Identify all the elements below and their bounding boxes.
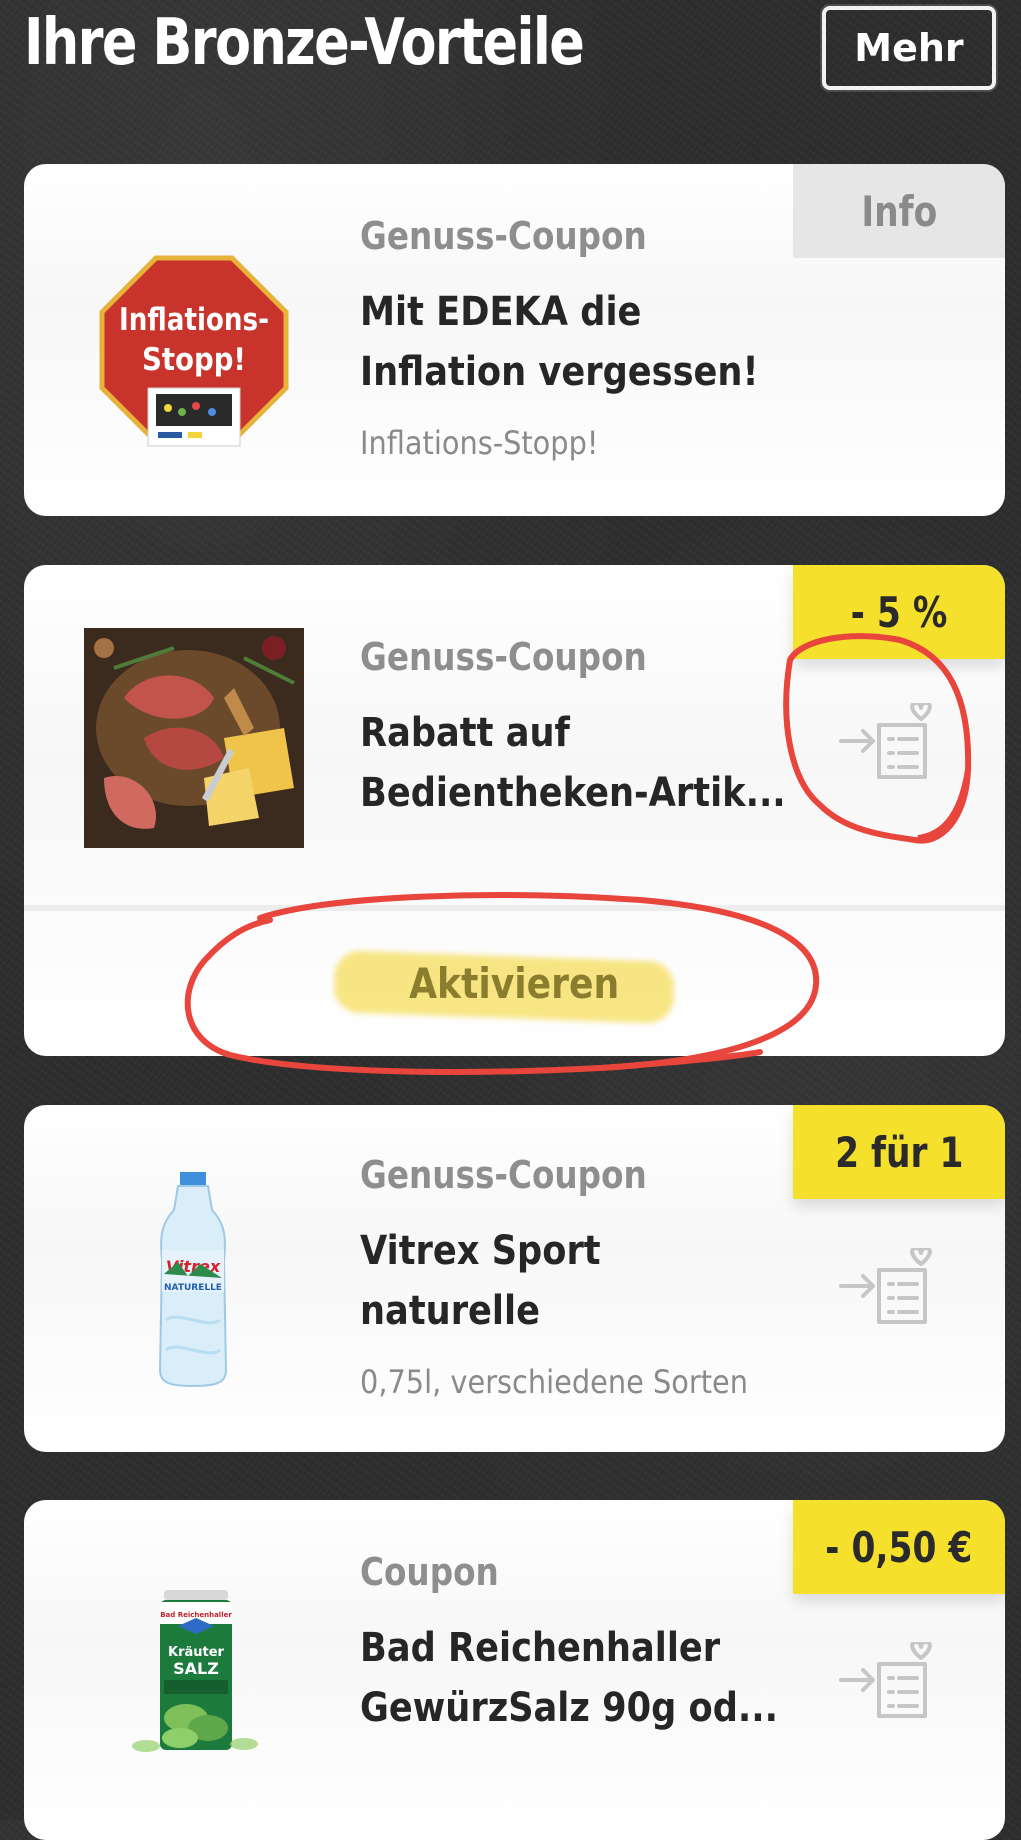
coupon-title-line1: Mit EDEKA die — [360, 289, 642, 335]
inflation-stop-image: Inflations- Stopp! — [99, 255, 289, 447]
salt-variant-line1: Kräuter — [168, 1645, 225, 1660]
water-bottle-image: Vitrex NATURELLE — [158, 1172, 228, 1388]
coupon-card[interactable]: - 0,50 € Bad Reichenhaller Kräuter SALZ … — [24, 1500, 1005, 1840]
add-to-list-icon[interactable] — [839, 1642, 935, 1722]
more-button[interactable]: Mehr — [822, 6, 996, 90]
coupon-title-line2: Inflation vergessen! — [360, 349, 759, 395]
page-title: Ihre Bronze-Vorteile — [24, 6, 585, 80]
add-to-list-icon[interactable] — [839, 1248, 935, 1328]
salt-variant-line2: SALZ — [173, 1659, 219, 1678]
image-label-line2: Stopp! — [142, 342, 246, 378]
coupon-subtitle: 0,75l, verschiedene Sorten — [360, 1363, 748, 1401]
coupon-title-line1: Bad Reichenhaller — [360, 1625, 721, 1671]
activate-button[interactable]: Aktivieren — [24, 911, 1005, 1056]
activate-label: Aktivieren — [409, 959, 620, 1008]
coupon-title-line2: Bedientheken-Artik... — [360, 770, 786, 816]
coupon-title-line2: GewürzSalz 90g od... — [360, 1685, 779, 1731]
coupon-subtitle: Inflations-Stopp! — [360, 424, 599, 462]
coupon-card[interactable]: 2 für 1 Vitrex NATURELLE Genuss-Coupon V… — [24, 1105, 1005, 1452]
salt-brand-label: Bad Reichenhaller — [160, 1611, 232, 1619]
coupon-title-line2: naturelle — [360, 1288, 540, 1334]
coupon-title-line1: Rabatt auf — [360, 710, 570, 756]
discount-badge: - 5 % — [793, 565, 1005, 659]
coupon-category: Genuss-Coupon — [360, 214, 647, 258]
coupon-category: Genuss-Coupon — [360, 1153, 647, 1197]
coupon-card[interactable]: Info Inflations- Stopp! Genuss-Coupon Mi… — [24, 164, 1005, 516]
bottle-variant-label: NATURELLE — [164, 1283, 222, 1293]
coupon-card[interactable]: - 5 % Genuss-Coupon Rabatt auf Bedienthe… — [24, 565, 1005, 1056]
info-button[interactable]: Info — [793, 164, 1005, 258]
coupon-category: Genuss-Coupon — [360, 635, 647, 679]
discount-badge: 2 für 1 — [793, 1105, 1005, 1199]
coupon-title-line1: Vitrex Sport — [360, 1228, 601, 1274]
discount-badge: - 0,50 € — [793, 1500, 1005, 1594]
add-to-list-icon[interactable] — [839, 703, 935, 783]
deli-platter-image — [84, 628, 304, 848]
image-label-line1: Inflations- — [119, 302, 269, 338]
coupon-category: Coupon — [360, 1550, 499, 1594]
salt-shaker-image: Bad Reichenhaller Kräuter SALZ — [132, 1590, 258, 1752]
